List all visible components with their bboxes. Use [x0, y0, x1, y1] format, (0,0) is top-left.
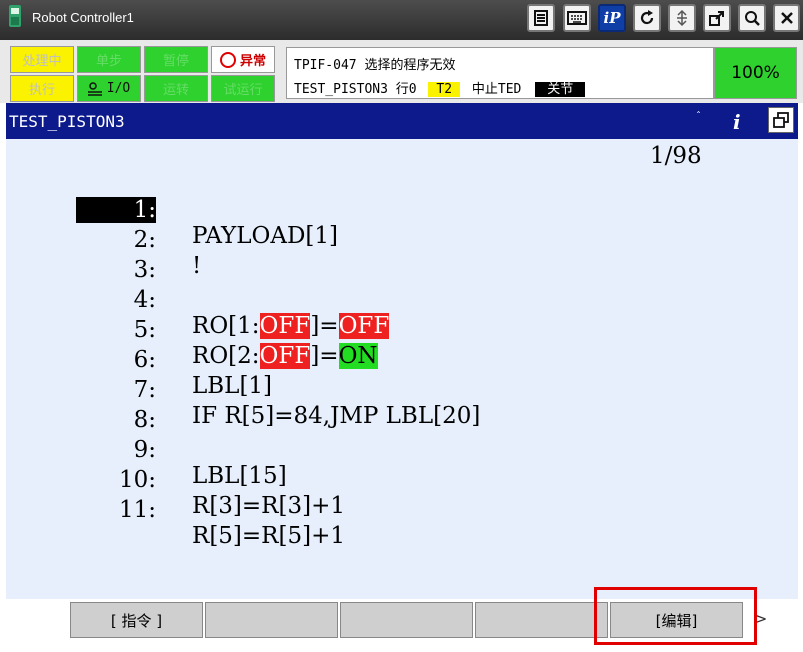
program-line[interactable]: 5: RO[2:OFF]=ON [6, 291, 786, 369]
program-line[interactable]: 2: ! [6, 201, 786, 279]
busy-indicator: 处理中 [10, 46, 74, 73]
program-line[interactable]: 4: RO[1:OFF]=OFF [6, 261, 786, 339]
help-button[interactable] [738, 4, 766, 32]
program-line[interactable]: 3: [6, 231, 786, 283]
ip-button[interactable]: iP [598, 4, 626, 32]
program-line[interactable]: 1: PAYLOAD[1] [6, 171, 786, 249]
motion-indicator: 运转 [144, 75, 208, 102]
f4-key[interactable] [475, 602, 608, 638]
fault-indicator: 异常 [211, 46, 275, 73]
program-line[interactable]: 10: R[3]=R[3]+1 [6, 441, 786, 519]
f1-instruction-key[interactable]: [ 指令 ] [70, 602, 203, 638]
alarm-message: TPIF-047 选择的程序无效 [294, 58, 456, 73]
tick-mark: ˆ [696, 111, 701, 122]
status-program-name: TEST_PISTON3 [294, 82, 388, 97]
refresh-button[interactable] [633, 4, 661, 32]
teach-pendant-icon [9, 5, 21, 27]
io-indicator: I/O [77, 75, 141, 102]
external-window-button[interactable] [703, 4, 731, 32]
program-line[interactable]: 9: LBL[15] [6, 411, 786, 489]
run-state: 中止TED [471, 82, 522, 97]
fault-label: 异常 [239, 54, 266, 69]
coordinate-badge: 关节 [535, 82, 586, 97]
line-counter: 1/98 [650, 143, 702, 169]
dry-run-indicator: 试运行 [211, 75, 275, 102]
close-button[interactable] [773, 4, 800, 32]
highlight-frame [594, 587, 757, 645]
help-icon [745, 11, 760, 26]
program-editor[interactable]: 1/98 1: PAYLOAD[1] 2: ! 3: 4: RO[1:OFF]=… [6, 139, 798, 599]
menu-icon [534, 10, 548, 26]
fault-circle-icon [219, 51, 236, 68]
step-indicator: 单步 [77, 46, 141, 73]
alarm-message-box: TPIF-047 选择的程序无效 TEST_PISTON3 行0 T2 中止TE… [286, 47, 714, 99]
program-line[interactable]: 7: IF R[5]=84,JMP LBL[20] [6, 351, 786, 429]
external-window-icon [709, 11, 724, 26]
io-label: I/O [106, 81, 131, 96]
keyboard-button[interactable] [563, 4, 591, 32]
f2-key[interactable] [205, 602, 338, 638]
program-line[interactable]: 6: LBL[1] [6, 321, 786, 399]
program-line[interactable]: 8: [6, 381, 786, 433]
info-icon[interactable]: i [733, 110, 741, 134]
ip-icon: iP [603, 9, 621, 27]
axes-icon [677, 9, 687, 27]
program-line[interactable]: 11: R[5]=R[5]+1 [6, 471, 786, 549]
close-icon [780, 12, 793, 24]
window-title: Robot Controller1 [32, 10, 134, 25]
refresh-icon [640, 10, 654, 25]
keyboard-icon [567, 11, 587, 25]
status-line-number: 行0 [395, 82, 417, 97]
mode-badge: T2 [428, 82, 461, 97]
window-toggle-button[interactable] [768, 107, 794, 133]
title-bar: Robot Controller1 iP [0, 0, 803, 40]
maximize-window-icon [773, 112, 789, 128]
io-person-icon [87, 81, 102, 96]
f3-key[interactable] [340, 602, 473, 638]
speed-override[interactable]: 100% [714, 47, 797, 99]
menu-button[interactable] [527, 4, 555, 32]
program-name: TEST_PISTON3 [9, 112, 125, 131]
line-number[interactable]: 11: [76, 497, 156, 523]
axes-button[interactable] [668, 4, 696, 32]
hold-indicator: 暂停 [144, 46, 208, 73]
run-indicator: 执行 [10, 75, 74, 102]
program-bar: TEST_PISTON3 ˆ i [6, 103, 798, 139]
program-status-line: TEST_PISTON3 行0 T2 中止TED 关节 [294, 78, 586, 97]
line-statement[interactable]: R[5]=R[5]+1 [192, 523, 345, 549]
